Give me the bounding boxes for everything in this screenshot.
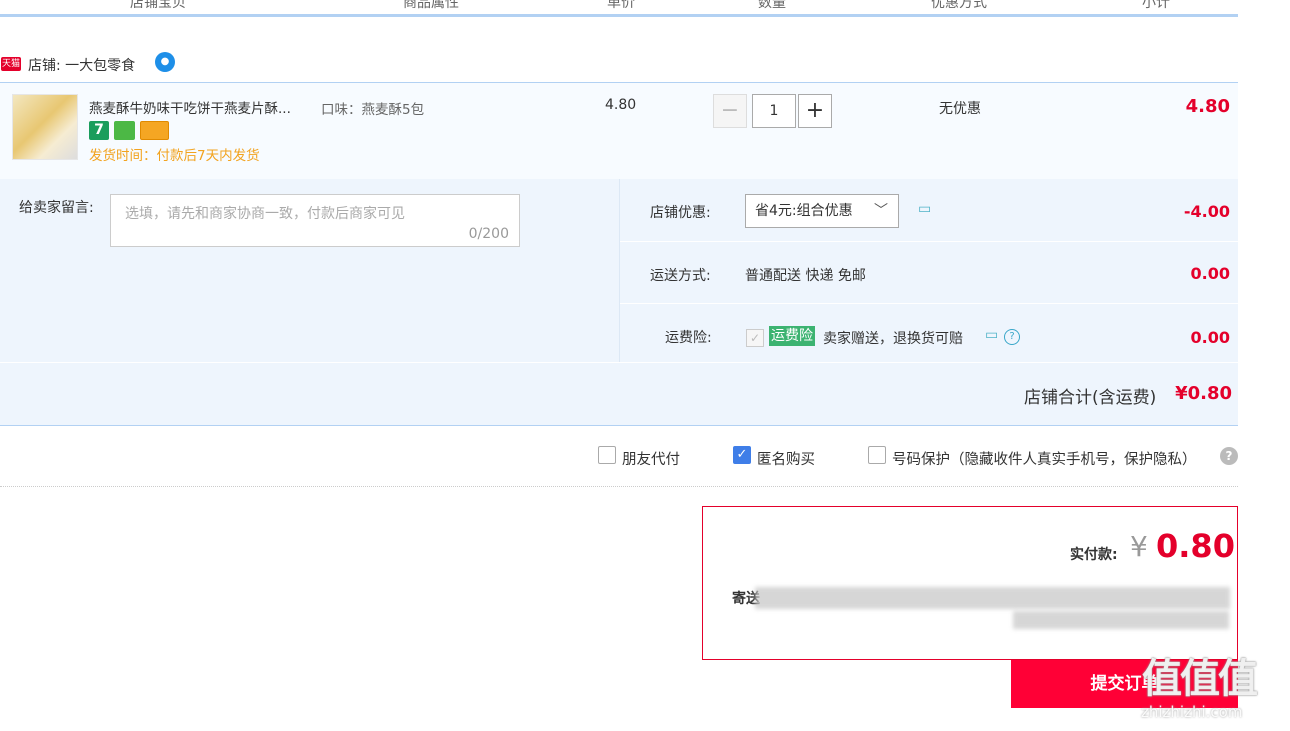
comment-icon[interactable]: ▭ — [918, 201, 931, 217]
shop-discount-value: 省4元:组合优惠 — [755, 203, 853, 219]
help-icon[interactable]: ? — [1220, 447, 1238, 465]
shop-discount-amount: -4.00 — [1183, 202, 1230, 221]
header-subtotal: 小计 — [1142, 0, 1170, 11]
address-redacted — [755, 587, 1230, 609]
tmall-badge: 天猫 — [1, 57, 21, 71]
insurance-label: 运费险: — [665, 330, 712, 346]
column-divider — [619, 179, 620, 362]
anonymous-checkbox[interactable]: ✓ — [733, 446, 751, 464]
number-protect-label[interactable]: 号码保护（隐藏收件人真实手机号，保护隐私） — [892, 448, 1197, 469]
address-redacted — [1013, 611, 1229, 629]
insurance-checkbox: ✓ — [746, 329, 764, 347]
shop-total-label: 店铺合计(含运费) — [1024, 388, 1157, 408]
message-label: 给卖家留言: — [19, 200, 94, 216]
section-divider — [0, 486, 1238, 487]
quantity-increase-button[interactable]: + — [798, 94, 832, 128]
row-divider — [0, 362, 1238, 363]
message-placeholder: 选填，请先和商家协商一致，付款后商家可见 — [125, 206, 405, 222]
shop-discount-label: 店铺优惠: — [650, 205, 711, 221]
header-divider — [0, 14, 1238, 17]
ship-time: 发货时间：付款后7天内发货 — [89, 148, 260, 164]
row-divider — [620, 303, 1238, 304]
comment-icon[interactable]: ▭ — [985, 327, 998, 343]
quantity-input[interactable]: 1 — [752, 94, 796, 128]
payment-summary: 实付款: ¥ 0.80 寄送 — [702, 506, 1238, 660]
shipping-label: 运送方式: — [650, 268, 711, 284]
insurance-badge: 运费险 — [769, 326, 815, 346]
payment-label: 实付款: — [1070, 547, 1118, 563]
product-thumbnail[interactable] — [12, 94, 78, 160]
shop-discount-select[interactable]: 省4元:组合优惠 ﹀ — [745, 194, 899, 228]
shipping-amount: 0.00 — [1190, 264, 1230, 283]
watermark-logo: 值值值 — [1142, 656, 1258, 702]
credit-card-icon[interactable] — [140, 121, 169, 140]
shipping-method: 普通配送 快递 免邮 — [745, 268, 866, 284]
friend-pay-checkbox[interactable] — [598, 446, 616, 464]
quantity-decrease-button[interactable]: − — [713, 94, 747, 128]
header-price: 单价 — [607, 0, 635, 11]
header-quantity: 数量 — [758, 0, 786, 11]
header-attribute: 商品属性 — [403, 0, 459, 11]
header-item: 店铺宝贝 — [130, 0, 186, 11]
message-count: 0/200 — [468, 226, 509, 242]
header-discount: 优惠方式 — [931, 0, 987, 11]
friend-pay-label[interactable]: 朋友代付 — [622, 448, 680, 469]
payment-currency: ¥ — [1130, 530, 1148, 563]
product-title-link[interactable]: 燕麦酥牛奶味干吃饼干燕麦片酥... — [89, 97, 291, 117]
product-attribute: 口味：燕麦酥5包 — [321, 102, 425, 118]
insurance-description: 卖家赠送，退换货可赔 — [823, 331, 963, 347]
row-divider — [620, 241, 1238, 242]
chat-icon[interactable]: ● — [155, 52, 175, 72]
seven-day-return-icon[interactable]: 7 — [89, 121, 109, 140]
anonymous-label[interactable]: 匿名购买 — [757, 448, 815, 469]
order-options: 给卖家留言: 选填，请先和商家协商一致，付款后商家可见 0/200 店铺优惠: … — [0, 179, 1238, 426]
watermark-site: zhizhizhi.com — [1141, 703, 1243, 721]
item-row: 燕麦酥牛奶味干吃饼干燕麦片酥... 口味：燕麦酥5包 7 发货时间：付款后7天内… — [0, 82, 1238, 179]
insurance-amount: 0.00 — [1190, 328, 1230, 347]
message-input[interactable]: 选填，请先和商家协商一致，付款后商家可见 0/200 — [110, 194, 520, 247]
payment-value: 0.80 — [1156, 527, 1235, 565]
unit-price: 4.80 — [605, 97, 637, 113]
chevron-down-icon: ﹀ — [874, 203, 888, 219]
number-protect-checkbox[interactable] — [868, 446, 886, 464]
shop-total-value: ¥0.80 — [1175, 383, 1232, 404]
item-subtotal: 4.80 — [1185, 96, 1230, 117]
shop-name-link[interactable]: 店铺: 一大包零食 — [28, 55, 135, 75]
guarantee-icon[interactable] — [114, 121, 135, 140]
help-icon[interactable]: ? — [1004, 329, 1020, 345]
discount-method: 无优惠 — [939, 101, 981, 117]
